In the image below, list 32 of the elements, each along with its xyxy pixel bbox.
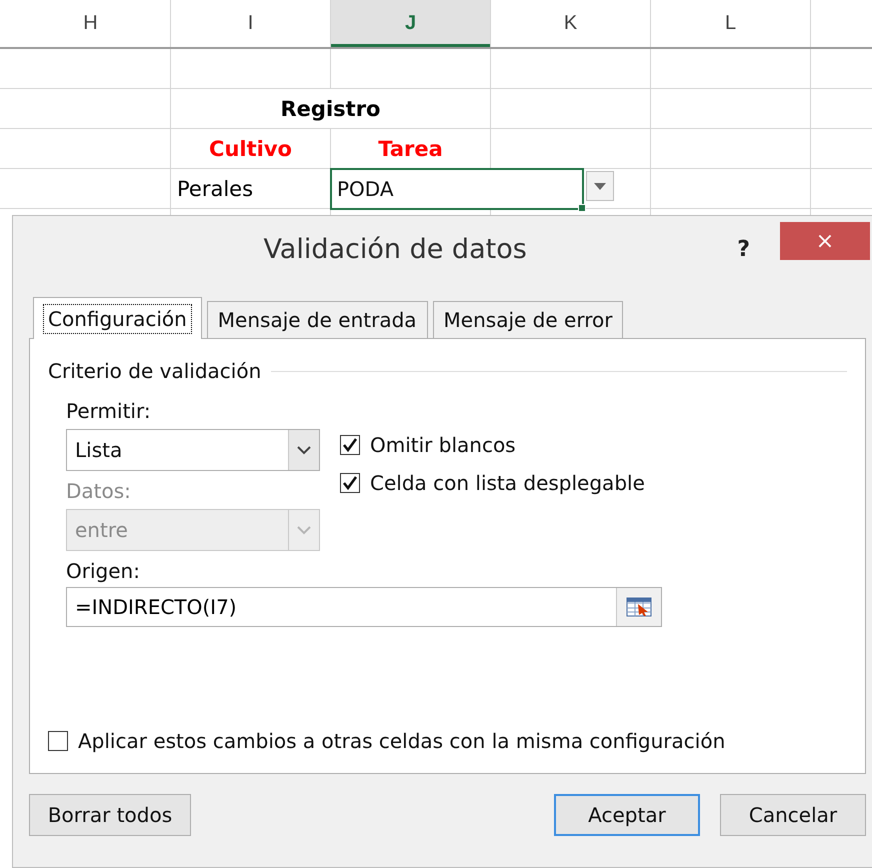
range-button[interactable] xyxy=(616,588,661,626)
field-label: Permitir: xyxy=(66,399,152,423)
dialog-button[interactable]: Aceptar xyxy=(554,794,700,836)
tab[interactable]: Configuración xyxy=(33,297,202,339)
dialog-button[interactable]: Borrar todos xyxy=(29,794,191,836)
column-header[interactable]: H xyxy=(11,0,170,47)
checkbox[interactable] xyxy=(340,473,360,493)
checkbox-label[interactable]: Celda con lista desplegable xyxy=(370,471,645,495)
tab[interactable]: Mensaje de error xyxy=(432,301,624,338)
checkbox-label[interactable]: Omitir blancos xyxy=(370,433,516,457)
column-header[interactable]: L xyxy=(651,0,810,47)
caret-icon xyxy=(297,446,311,454)
column-header[interactable]: I xyxy=(171,0,330,47)
dropdown-button[interactable] xyxy=(586,171,614,201)
column-header[interactable]: K xyxy=(491,0,650,47)
checkbox[interactable] xyxy=(340,435,360,455)
group-title: Criterio de validación xyxy=(48,359,262,383)
column-header[interactable]: J xyxy=(331,0,490,47)
caret-icon xyxy=(594,182,606,190)
close-button[interactable]: × xyxy=(780,222,870,260)
field-label: Origen: xyxy=(66,559,141,583)
dialog-button[interactable]: Cancelar xyxy=(720,794,866,836)
range-select-icon xyxy=(626,597,652,617)
checkbox[interactable] xyxy=(48,731,68,751)
tab[interactable]: Mensaje de entrada xyxy=(206,301,428,338)
help-button[interactable]: ? xyxy=(737,236,750,262)
source-field[interactable]: =INDIRECTO(I7) xyxy=(66,587,662,627)
checkbox-label[interactable]: Aplicar estos cambios a otras celdas con la misma configuración xyxy=(78,729,726,753)
caret-icon xyxy=(297,526,311,534)
field-label: Datos: xyxy=(66,479,132,503)
dropdown-field[interactable]: Lista xyxy=(66,429,320,471)
dialog-title: Validación de datos xyxy=(262,234,528,264)
